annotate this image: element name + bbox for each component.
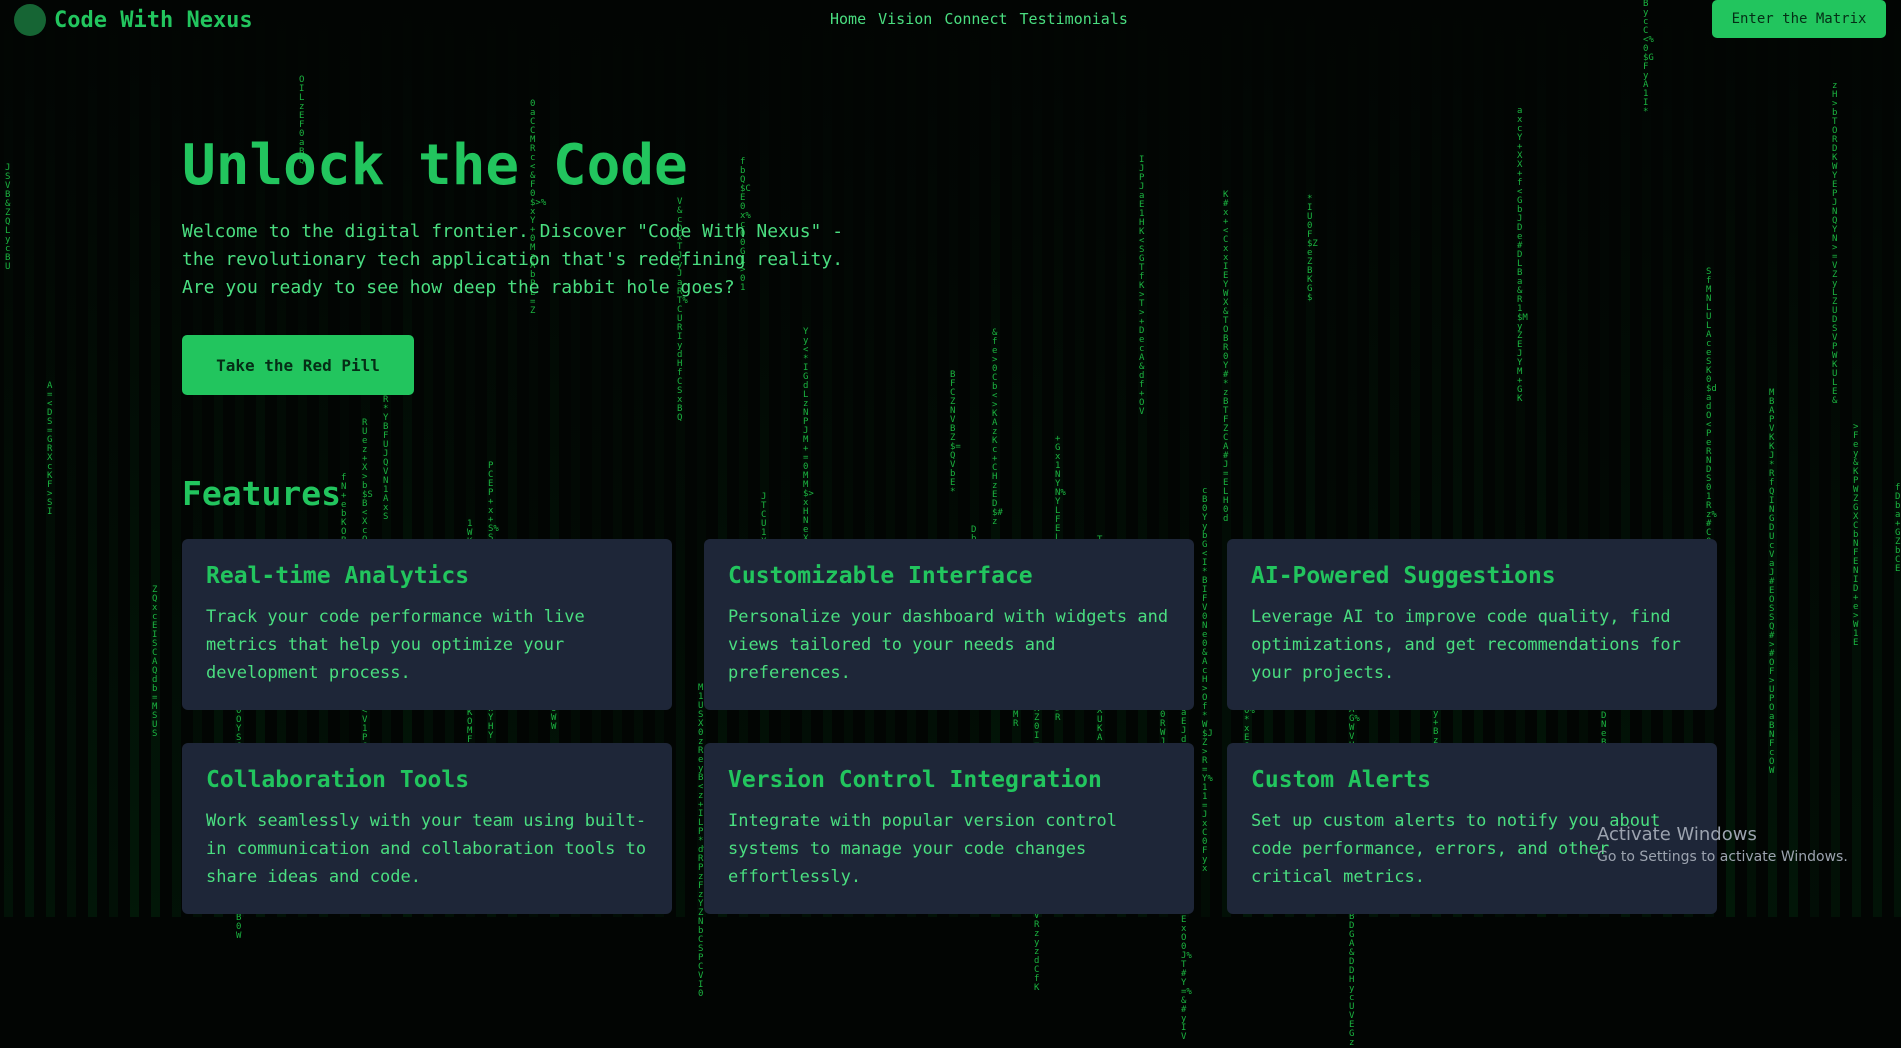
nav-link-testimonials[interactable]: Testimonials	[1020, 10, 1128, 28]
rain-column	[109, 0, 118, 917]
logo-icon	[14, 4, 46, 36]
rain-glyph-stream: JSVB&ZQLycBU	[5, 163, 11, 272]
rain-glyph-stream: axcY+XX+f<GbJDe#DLBa&R1$MyZEJYM+GK	[1517, 106, 1528, 404]
red-pill-button[interactable]: Take the Red Pill	[182, 335, 414, 395]
rain-column	[25, 0, 34, 917]
feature-card-title: Version Control Integration	[728, 767, 1102, 793]
rain-column	[151, 0, 160, 917]
watermark-title: Activate Windows	[1597, 824, 1757, 845]
rain-column	[172, 0, 181, 917]
rain-glyph-stream: zH>bTORDKWYEPJNQYN>=VZyLZUDSVPWKULE&	[1832, 81, 1838, 406]
rain-column	[1873, 0, 1882, 917]
rain-glyph-stream: >Fey&KPWZGXCbNFENID+e>W1E	[1853, 422, 1859, 648]
top-navbar: Code With Nexus Home Vision Connect Test…	[0, 0, 1901, 38]
hero-title: Unlock the Code	[182, 133, 688, 198]
feature-card-text: Work seamlessly with your team using bui…	[206, 811, 647, 887]
rain-glyph-stream: A=<DS=GRXcKF>SI	[47, 381, 53, 517]
rain-glyph-stream: &fe>0Cb<>KAzKc+CHzED$#z	[992, 328, 1003, 527]
rain-glyph-stream: SfMNLULAceSK0$dadO<PeRNDS01Rz%#C0>N+	[1706, 267, 1717, 574]
feature-card-title: Collaboration Tools	[206, 767, 470, 793]
feature-card-analytics: Real-time Analytics Track your code perf…	[182, 539, 672, 710]
feature-card-text: Leverage AI to improve code quality, fin…	[1251, 607, 1681, 683]
rain-column	[1726, 0, 1735, 917]
rain-glyph-stream: K#x+<CxxIEYWX&TOBR0Y#*zBTFZCA#J=ELH0d	[1223, 190, 1229, 524]
rain-glyph-stream: IJPJaE1HK<SGTfK>T>+DecA&df+OV	[1139, 155, 1145, 417]
feature-card-version-control: Version Control Integration Integrate wi…	[704, 743, 1194, 914]
features-heading: Features	[182, 474, 341, 513]
rain-column	[1810, 0, 1819, 917]
rain-glyph-stream: cB0YybG<I*BIFV0Ne0&AcH>Of*W$JZ>R=Y%11=Jx…	[1202, 486, 1213, 874]
rain-glyph-stream: BFCZNVBZ$=QVbE*	[950, 370, 961, 497]
nav-link-home[interactable]: Home	[830, 10, 866, 28]
feature-card-ai: AI-Powered Suggestions Leverage AI to im…	[1227, 539, 1717, 710]
nav-link-vision[interactable]: Vision	[878, 10, 932, 28]
feature-card-title: Customizable Interface	[728, 563, 1033, 589]
feature-card-title: Custom Alerts	[1251, 767, 1432, 793]
nav-link-connect[interactable]: Connect	[944, 10, 1007, 28]
rain-glyph-stream: NR*YBFUJQVN1AxS	[383, 387, 389, 522]
nav-links: Home Vision Connect Testimonials	[830, 10, 1128, 28]
rain-column	[130, 0, 139, 917]
feature-card-interface: Customizable Interface Personalize your …	[704, 539, 1194, 710]
rain-glyph-stream: fDba+GZbCE	[1895, 483, 1901, 574]
enter-matrix-button[interactable]: Enter the Matrix	[1712, 0, 1886, 38]
rain-column	[88, 0, 97, 917]
rain-column	[4, 0, 13, 917]
rain-glyph-stream: ZQxcEISCAQdb=MSUS	[152, 585, 158, 739]
feature-card-title: AI-Powered Suggestions	[1251, 563, 1556, 589]
hero-section: Unlock the Code Welcome to the digital f…	[182, 132, 902, 395]
feature-card-title: Real-time Analytics	[206, 563, 470, 589]
rain-column	[1747, 0, 1756, 917]
rain-column	[1894, 0, 1901, 917]
feature-card-text: Personalize your dashboard with widgets …	[728, 607, 1169, 683]
watermark-subtitle: Go to Settings to activate Windows.	[1597, 849, 1848, 865]
hero-description: Welcome to the digital frontier. Discove…	[182, 221, 844, 298]
feature-card-collaboration: Collaboration Tools Work seamlessly with…	[182, 743, 672, 914]
brand-name: Code With Nexus	[54, 7, 253, 33]
activate-windows-watermark: Activate Windows Go to Settings to activ…	[1597, 824, 1848, 865]
brand[interactable]: Code With Nexus	[14, 4, 253, 36]
feature-card-text: Track your code performance with live me…	[206, 607, 585, 683]
rain-column	[67, 0, 76, 917]
feature-card-text: Integrate with popular version control s…	[728, 811, 1117, 887]
rain-glyph-stream: *IU0F$ZeZBKG$	[1307, 194, 1318, 303]
rain-glyph-stream: MBAPVKKJ*RfQINGDUcVaJ#EOSSQ#>#OF>UPOaBNF…	[1769, 388, 1775, 776]
rain-column	[1789, 0, 1798, 917]
